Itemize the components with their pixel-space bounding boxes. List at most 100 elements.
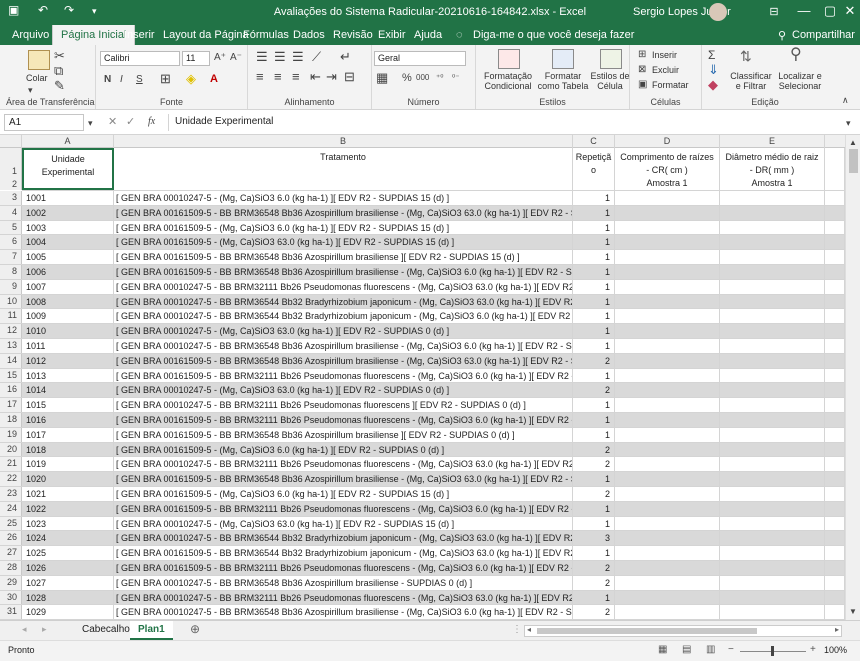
cell-a1[interactable]: Unidade Experimental xyxy=(22,148,114,190)
shrink-font-icon[interactable]: A⁻ xyxy=(230,51,242,65)
cell-unidade[interactable]: 1011 xyxy=(22,339,114,353)
cell-cr[interactable] xyxy=(615,353,720,368)
cell-cr[interactable] xyxy=(615,324,720,338)
cell-dr[interactable] xyxy=(720,472,825,486)
row-header[interactable]: 6 xyxy=(0,235,22,250)
cell-tratamento[interactable]: [ GEN BRA 00161509-5 - BB BRM36548 Bb36 … xyxy=(114,427,573,442)
cell-dr[interactable] xyxy=(720,294,825,309)
cell-tratamento[interactable]: [ GEN BRA 00010247-5 - BB BRM36548 Bb36 … xyxy=(114,339,573,353)
scroll-left-icon[interactable]: ◂ xyxy=(527,625,531,634)
name-box[interactable]: A1 xyxy=(4,114,84,131)
horizontal-scrollbar[interactable]: ◂ ▸ xyxy=(524,625,842,637)
cell-unidade[interactable]: 1004 xyxy=(22,235,114,250)
row-header[interactable]: 12 xyxy=(0,324,22,338)
merge-center-icon[interactable]: ⊟ xyxy=(344,70,355,84)
delete-cells-icon[interactable]: ⊠ xyxy=(638,63,646,77)
cell-tratamento[interactable]: [ GEN BRA 00161509-5 - BB BRM36548 Bb36 … xyxy=(114,353,573,368)
cell-dr[interactable] xyxy=(720,575,825,590)
cell-repeticao[interactable]: 1 xyxy=(573,590,615,605)
underline-button[interactable]: S xyxy=(136,73,143,87)
cell-tratamento[interactable]: [ GEN BRA 00010247-5 - (Mg, Ca)SiO3 63.0… xyxy=(114,516,573,531)
cell-cr[interactable] xyxy=(615,472,720,486)
cell-cr[interactable] xyxy=(615,487,720,501)
cell-repeticao[interactable]: 2 xyxy=(573,561,615,575)
bold-button[interactable]: N xyxy=(104,73,111,87)
cell-repeticao[interactable]: 1 xyxy=(573,250,615,264)
row-header[interactable]: 8 xyxy=(0,265,22,279)
row-header[interactable]: 5 xyxy=(0,220,22,235)
column-header-e[interactable]: E xyxy=(720,135,825,148)
cell-unidade[interactable]: 1002 xyxy=(22,205,114,220)
tab-inserir[interactable]: Inserir xyxy=(124,29,155,41)
row-header[interactable]: 7 xyxy=(0,250,22,264)
insert-cells-icon[interactable]: ⊞ xyxy=(638,48,646,62)
cell-cr[interactable] xyxy=(615,220,720,235)
orientation-icon[interactable]: ⟋ xyxy=(312,50,321,64)
cell-cr[interactable] xyxy=(615,575,720,590)
cell-f[interactable] xyxy=(825,457,845,472)
delete-cells-button[interactable]: Excluir xyxy=(652,65,679,75)
cell-unidade[interactable]: 1021 xyxy=(22,487,114,501)
cell-repeticao[interactable]: 1 xyxy=(573,324,615,338)
cell-repeticao[interactable]: 1 xyxy=(573,368,615,383)
close-icon[interactable]: ✕ xyxy=(836,3,860,19)
cell-repeticao[interactable]: 2 xyxy=(573,442,615,457)
cell-cr[interactable] xyxy=(615,427,720,442)
row-header[interactable]: 14 xyxy=(0,353,22,368)
cell-f[interactable] xyxy=(825,265,845,279)
cell-cr[interactable] xyxy=(615,546,720,560)
collapse-ribbon-icon[interactable]: ∧ xyxy=(842,93,849,107)
cell-c1[interactable]: Repetiçã o xyxy=(573,148,615,190)
row-header[interactable]: 3 xyxy=(0,191,22,205)
format-as-table-icon[interactable] xyxy=(552,49,574,69)
row-header[interactable]: 30 xyxy=(0,590,22,605)
next-sheet-icon[interactable]: ▸ xyxy=(42,624,47,635)
cell-dr[interactable] xyxy=(720,457,825,472)
cell-tratamento[interactable]: [ GEN BRA 00161509-5 - (Mg, Ca)SiO3 6.0 … xyxy=(114,442,573,457)
cell-dr[interactable] xyxy=(720,368,825,383)
row-header[interactable]: 16 xyxy=(0,383,22,398)
cell-unidade[interactable]: 1003 xyxy=(22,220,114,235)
tab-layout[interactable]: Layout da Página xyxy=(163,29,249,41)
cell-repeticao[interactable]: 2 xyxy=(573,457,615,472)
find-select-button[interactable]: Localizar e Selecionar xyxy=(774,71,826,91)
cell-cr[interactable] xyxy=(615,413,720,427)
cell-tratamento[interactable]: [ GEN BRA 00010247-5 - BB BRM32111 Bb26 … xyxy=(114,279,573,294)
scroll-right-icon[interactable]: ▸ xyxy=(835,625,839,634)
zoom-out-icon[interactable]: − xyxy=(728,644,734,655)
cell-f[interactable] xyxy=(825,546,845,560)
cell-d1[interactable]: Comprimento de raízes - CR( cm ) Amostra… xyxy=(615,148,720,190)
cell-styles-button[interactable]: Estilos de Célula xyxy=(590,71,630,91)
cell-dr[interactable] xyxy=(720,353,825,368)
fill-color-icon[interactable]: ◈ xyxy=(186,72,196,86)
add-sheet-icon[interactable]: ⊕ xyxy=(190,622,200,636)
font-name-select[interactable]: Calibri xyxy=(100,51,180,66)
cell-unidade[interactable]: 1020 xyxy=(22,472,114,486)
cell-tratamento[interactable]: [ GEN BRA 00161509-5 - BB BRM32111 Bb26 … xyxy=(114,501,573,516)
decrease-indent-icon[interactable]: ⇤ xyxy=(310,70,321,84)
cell-repeticao[interactable]: 1 xyxy=(573,339,615,353)
row-header[interactable]: 15 xyxy=(0,368,22,383)
cell-unidade[interactable]: 1025 xyxy=(22,546,114,560)
cell-cr[interactable] xyxy=(615,501,720,516)
cell-f[interactable] xyxy=(825,501,845,516)
cell-cr[interactable] xyxy=(615,605,720,620)
cell-dr[interactable] xyxy=(720,546,825,560)
column-header-d[interactable]: D xyxy=(615,135,720,148)
prev-sheet-icon[interactable]: ◂ xyxy=(22,624,27,635)
cell-cr[interactable] xyxy=(615,442,720,457)
name-box-dropdown-icon[interactable]: ▾ xyxy=(88,116,93,130)
cell-dr[interactable] xyxy=(720,590,825,605)
cell-dr[interactable] xyxy=(720,442,825,457)
cell-b1[interactable]: Tratamento xyxy=(114,148,573,190)
tab-arquivo[interactable]: Arquivo xyxy=(12,29,49,41)
cell-tratamento[interactable]: [ GEN BRA 00010247-5 - BB BRM32111 Bb26 … xyxy=(114,398,573,412)
row-header[interactable]: 27 xyxy=(0,546,22,560)
cell-dr[interactable] xyxy=(720,487,825,501)
cell-unidade[interactable]: 1014 xyxy=(22,383,114,398)
cell-dr[interactable] xyxy=(720,235,825,250)
row-header[interactable]: 23 xyxy=(0,487,22,501)
cell-tratamento[interactable]: [ GEN BRA 00010247-5 - BB BRM36544 Bb32 … xyxy=(114,309,573,324)
cell-dr[interactable] xyxy=(720,220,825,235)
cell-dr[interactable] xyxy=(720,516,825,531)
